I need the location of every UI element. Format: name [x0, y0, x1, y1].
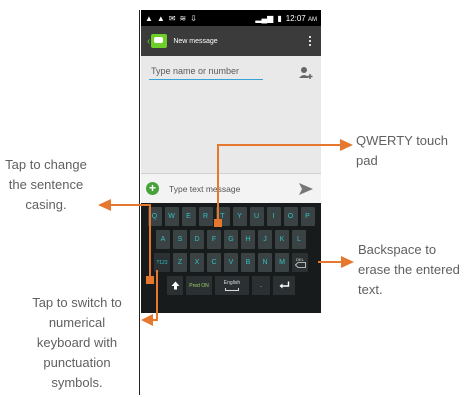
qwerty-anchor-dot [214, 219, 222, 227]
casing-anchor-dot [146, 276, 154, 284]
qwerty-leader-line [217, 144, 340, 222]
callout-arrows [98, 139, 354, 326]
numeric-arrowhead [141, 314, 153, 326]
casing-leader-line [110, 204, 151, 280]
qwerty-arrowhead [340, 139, 353, 151]
casing-arrowhead [98, 199, 111, 211]
backspace-arrowhead [341, 256, 354, 268]
